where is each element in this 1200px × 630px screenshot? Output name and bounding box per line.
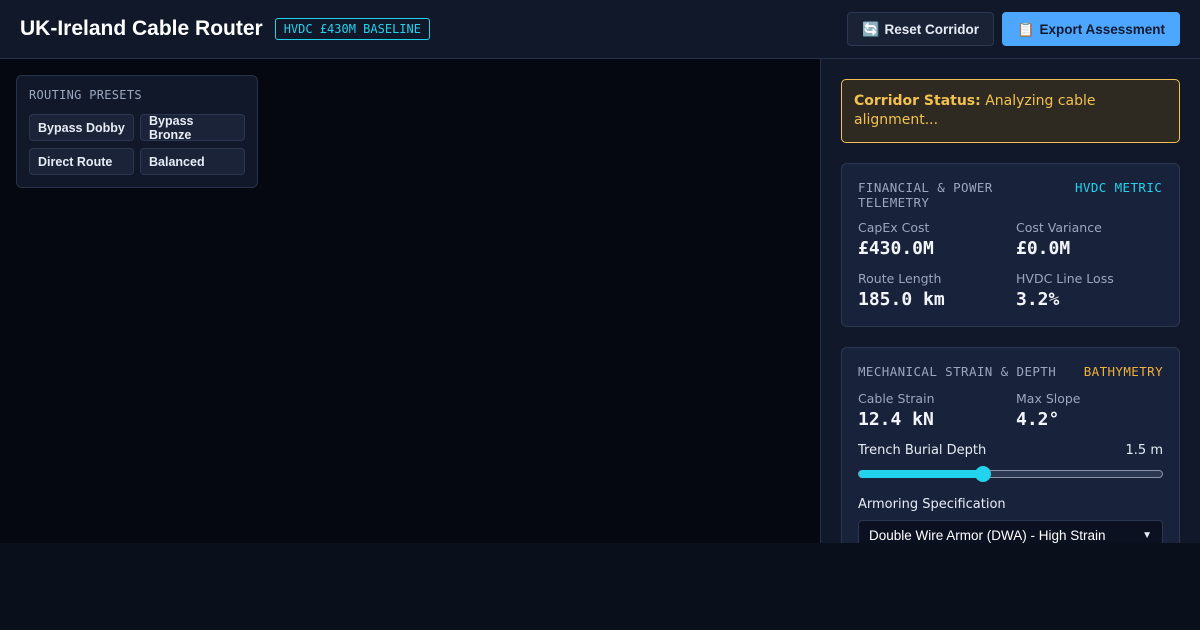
map-canvas[interactable]: ROUTING PRESETS Bypass Dobby Bypass Bron…: [0, 59, 820, 543]
metric-value: 185.0 km: [858, 289, 945, 310]
slider-thumb[interactable]: [975, 466, 992, 482]
financial-metrics: CapEx Cost £430.0M Cost Variance £0.0M R…: [858, 220, 1163, 310]
metric-value: 4.2°: [1016, 409, 1060, 430]
telemetry-sidebar: Corridor Status: Analyzing cable alignme…: [820, 59, 1200, 543]
preset-bypass-bronze-button[interactable]: Bypass Bronze: [140, 114, 245, 142]
burial-depth-slider[interactable]: [858, 466, 1163, 482]
slider-fill: [859, 470, 984, 478]
cable-strain-metric: Cable Strain 12.4 kN: [858, 391, 1016, 430]
burial-depth-value: 1.5 m: [1125, 443, 1163, 458]
financial-telemetry-card: FINANCIAL & POWER TELEMETRY HVDC METRIC …: [841, 163, 1180, 327]
reset-corridor-button[interactable]: 🔄 Reset Corridor: [847, 12, 994, 46]
metric-value: 12.4 kN: [858, 409, 934, 430]
metric-value: £430.0M: [858, 238, 934, 259]
max-slope-metric: Max Slope 4.2°: [1016, 391, 1164, 430]
burial-depth-row: Trench Burial Depth 1.5 m: [858, 443, 1163, 458]
financial-card-header: FINANCIAL & POWER TELEMETRY HVDC METRIC: [858, 180, 1163, 210]
armoring-select[interactable]: Double Wire Armor (DWA) - High Strain ▼: [858, 520, 1163, 543]
export-assessment-label: Export Assessment: [1039, 21, 1165, 37]
presets-title: ROUTING PRESETS: [29, 88, 142, 102]
preset-direct-route-button[interactable]: Direct Route: [29, 148, 134, 175]
line-loss-metric: HVDC Line Loss 3.2%: [1016, 271, 1164, 310]
capex-metric: CapEx Cost £430.0M: [858, 220, 1016, 259]
app-title: UK-Ireland Cable Router: [20, 17, 263, 40]
status-label: Corridor Status:: [854, 93, 981, 109]
export-assessment-button[interactable]: 📋 Export Assessment: [1002, 12, 1180, 46]
mechanical-card-title: MECHANICAL STRAIN & DEPTH: [858, 364, 1057, 379]
hvdc-metric-tag: HVDC METRIC: [1075, 180, 1163, 195]
corridor-status-alert: Corridor Status: Analyzing cable alignme…: [841, 79, 1180, 143]
metric-label: HVDC Line Loss: [1016, 271, 1114, 286]
preset-bypass-dobby-button[interactable]: Bypass Dobby: [29, 114, 134, 141]
metric-value: 3.2%: [1016, 289, 1060, 310]
metric-label: Max Slope: [1016, 391, 1081, 406]
metric-value: £0.0M: [1016, 238, 1071, 259]
mechanical-strain-card: MECHANICAL STRAIN & DEPTH BATHYMETRY Cab…: [841, 347, 1180, 543]
cost-variance-metric: Cost Variance £0.0M: [1016, 220, 1164, 259]
header-actions: 🔄 Reset Corridor 📋 Export Assessment: [847, 12, 1180, 46]
metric-label: CapEx Cost: [858, 220, 930, 235]
chevron-down-icon: ▼: [1142, 530, 1152, 541]
clipboard-icon: 📋: [1017, 20, 1035, 37]
armoring-label: Armoring Specification: [858, 497, 1006, 512]
financial-card-title: FINANCIAL & POWER TELEMETRY: [858, 180, 993, 210]
metric-label: Cost Variance: [1016, 220, 1102, 235]
app-header: UK-Ireland Cable Router HVDC £430M BASEL…: [0, 0, 1200, 59]
mechanical-card-header: MECHANICAL STRAIN & DEPTH BATHYMETRY: [858, 364, 1163, 379]
metric-label: Route Length: [858, 271, 942, 286]
reset-corridor-label: Reset Corridor: [884, 21, 979, 37]
burial-depth-label: Trench Burial Depth: [858, 443, 987, 458]
refresh-icon: 🔄: [862, 20, 880, 37]
bathymetry-tag: BATHYMETRY: [1083, 364, 1163, 379]
armoring-selected-value: Double Wire Armor (DWA) - High Strain: [869, 528, 1106, 543]
presets-grid: Bypass Dobby Bypass Bronze Direct Route …: [29, 114, 245, 175]
route-length-metric: Route Length 185.0 km: [858, 271, 1016, 310]
routing-presets-panel: ROUTING PRESETS Bypass Dobby Bypass Bron…: [16, 75, 258, 188]
baseline-badge: HVDC £430M BASELINE: [274, 18, 430, 40]
header-left: UK-Ireland Cable Router HVDC £430M BASEL…: [20, 17, 430, 41]
metric-label: Cable Strain: [858, 391, 935, 406]
mechanical-metrics: Cable Strain 12.4 kN Max Slope 4.2°: [858, 391, 1163, 430]
preset-balanced-button[interactable]: Balanced: [140, 148, 245, 175]
